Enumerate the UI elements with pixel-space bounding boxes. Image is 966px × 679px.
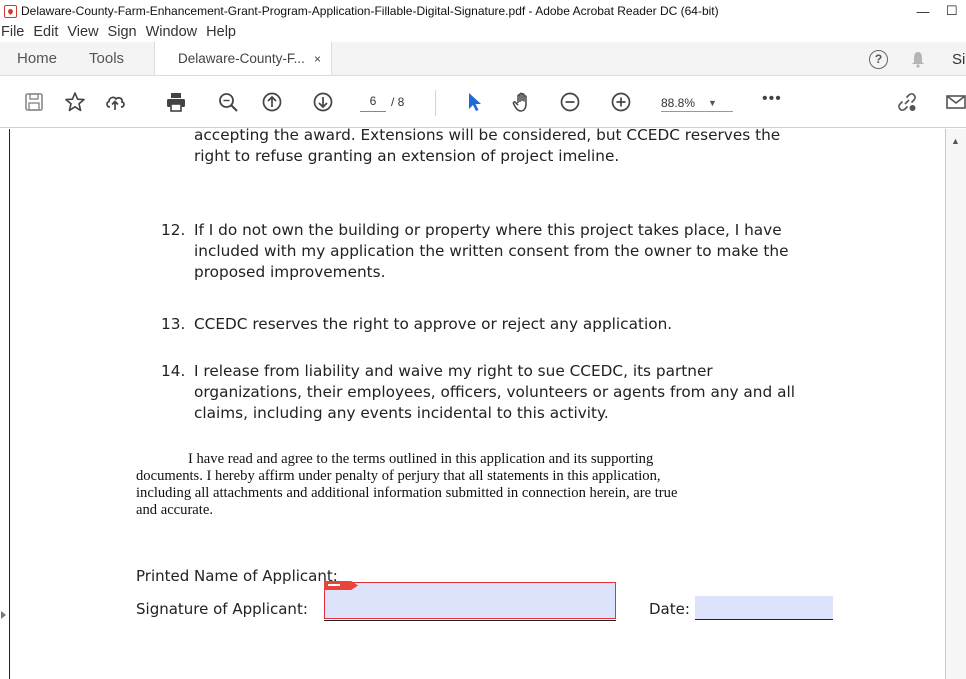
item-number: 13.: [161, 315, 186, 333]
current-page-input[interactable]: 6: [360, 94, 386, 112]
pdf-page: accepting the award. Extensions will be …: [11, 126, 944, 679]
item-12-text: If I do not own the building or property…: [194, 220, 844, 283]
cloud-upload-icon[interactable]: [103, 90, 127, 114]
menu-view[interactable]: View: [67, 24, 98, 40]
bookmark-star-icon[interactable]: [63, 90, 87, 114]
email-icon[interactable]: [944, 90, 966, 114]
sign-in-link[interactable]: Si: [952, 51, 966, 68]
item-number: 12.: [161, 221, 186, 239]
affirmation-paragraph: I have read and agree to the terms outli…: [136, 451, 836, 519]
date-label: Date:: [649, 600, 690, 618]
menu-edit[interactable]: Edit: [33, 24, 58, 40]
menu-bar: File Edit View Sign Window Help: [0, 22, 966, 42]
title-bar: Delaware-County-Farm-Enhancement-Grant-P…: [0, 0, 966, 22]
signature-field[interactable]: [324, 582, 616, 621]
print-icon[interactable]: [164, 90, 188, 114]
tab-bar: Home Tools Delaware-County-F... × ? Si: [0, 42, 966, 76]
select-cursor-icon[interactable]: [462, 90, 486, 114]
search-zoom-icon[interactable]: [216, 90, 240, 114]
more-tools-icon[interactable]: •••: [762, 90, 782, 108]
text-line: right to refuse granting an extension of…: [194, 147, 620, 165]
item-13-text: CCEDC reserves the right to approve or r…: [194, 315, 673, 333]
zoom-out-icon[interactable]: [558, 90, 582, 114]
left-panel-gutter: [0, 129, 10, 679]
toolbar: 6 / 8 88.8% ▼ •••: [0, 76, 966, 128]
menu-sign[interactable]: Sign: [108, 24, 137, 40]
window-controls: — ☐: [900, 0, 966, 22]
zoom-in-icon[interactable]: [609, 90, 633, 114]
text-line: and accurate.: [136, 502, 213, 518]
text-line: organizations, their employees, officers…: [194, 383, 795, 401]
minimize-button[interactable]: —: [900, 0, 946, 22]
scroll-up-icon[interactable]: ▲: [951, 136, 960, 146]
chevron-down-icon: ▼: [708, 97, 717, 108]
document-viewer[interactable]: accepting the award. Extensions will be …: [0, 126, 966, 679]
menu-file[interactable]: File: [1, 24, 24, 40]
text-line: claims, including any events incidental …: [194, 404, 609, 422]
tab-bar-right: ? Si: [869, 42, 966, 76]
page-total: / 8: [391, 95, 405, 109]
text-line: accepting the award. Extensions will be …: [194, 126, 781, 144]
printed-name-label: Printed Name of Applicant:: [136, 567, 338, 585]
zoom-dropdown[interactable]: 88.8% ▼: [661, 94, 733, 112]
text-span: I have read and agree to the terms outli…: [188, 451, 654, 467]
document-tab-label: Delaware-County-F...: [178, 51, 305, 66]
tab-tools[interactable]: Tools: [77, 42, 154, 75]
expand-panel-icon[interactable]: [1, 611, 6, 619]
text-line: If I do not own the building or property…: [194, 221, 782, 239]
acrobat-logo-icon: [4, 4, 17, 18]
vertical-scrollbar[interactable]: ▲: [945, 129, 966, 679]
text-line: proposed improvements.: [194, 263, 386, 281]
toolbar-separator: [435, 90, 436, 116]
restore-button[interactable]: ☐: [946, 0, 966, 22]
previous-page-icon[interactable]: [260, 90, 284, 114]
text-line: including all attachments and additional…: [136, 485, 678, 501]
hand-tool-icon[interactable]: [510, 90, 534, 114]
menu-help[interactable]: Help: [206, 24, 236, 40]
text-line: I release from liability and waive my ri…: [194, 362, 713, 380]
signature-label: Signature of Applicant:: [136, 600, 308, 618]
link-share-icon[interactable]: [895, 90, 919, 114]
text-line: included with my application the written…: [194, 242, 789, 260]
continued-paragraph: accepting the award. Extensions will be …: [194, 125, 844, 167]
signature-flag-icon: [324, 581, 358, 590]
window-title: Delaware-County-Farm-Enhancement-Grant-P…: [21, 4, 719, 18]
text-line: I have read and agree to the terms outli…: [136, 451, 836, 468]
text-line: documents. I hereby affirm under penalty…: [136, 468, 661, 484]
date-field[interactable]: [695, 596, 833, 620]
help-icon[interactable]: ?: [869, 49, 888, 69]
tab-document[interactable]: Delaware-County-F... ×: [154, 42, 333, 75]
close-tab-icon[interactable]: ×: [314, 52, 321, 66]
save-icon[interactable]: [22, 90, 46, 114]
menu-window[interactable]: Window: [146, 24, 198, 40]
tab-home[interactable]: Home: [0, 42, 77, 75]
item-14-text: I release from liability and waive my ri…: [194, 361, 844, 424]
notification-bell-icon[interactable]: [910, 50, 926, 68]
next-page-icon[interactable]: [311, 90, 335, 114]
item-number: 14.: [161, 362, 186, 380]
zoom-value: 88.8%: [661, 95, 696, 110]
